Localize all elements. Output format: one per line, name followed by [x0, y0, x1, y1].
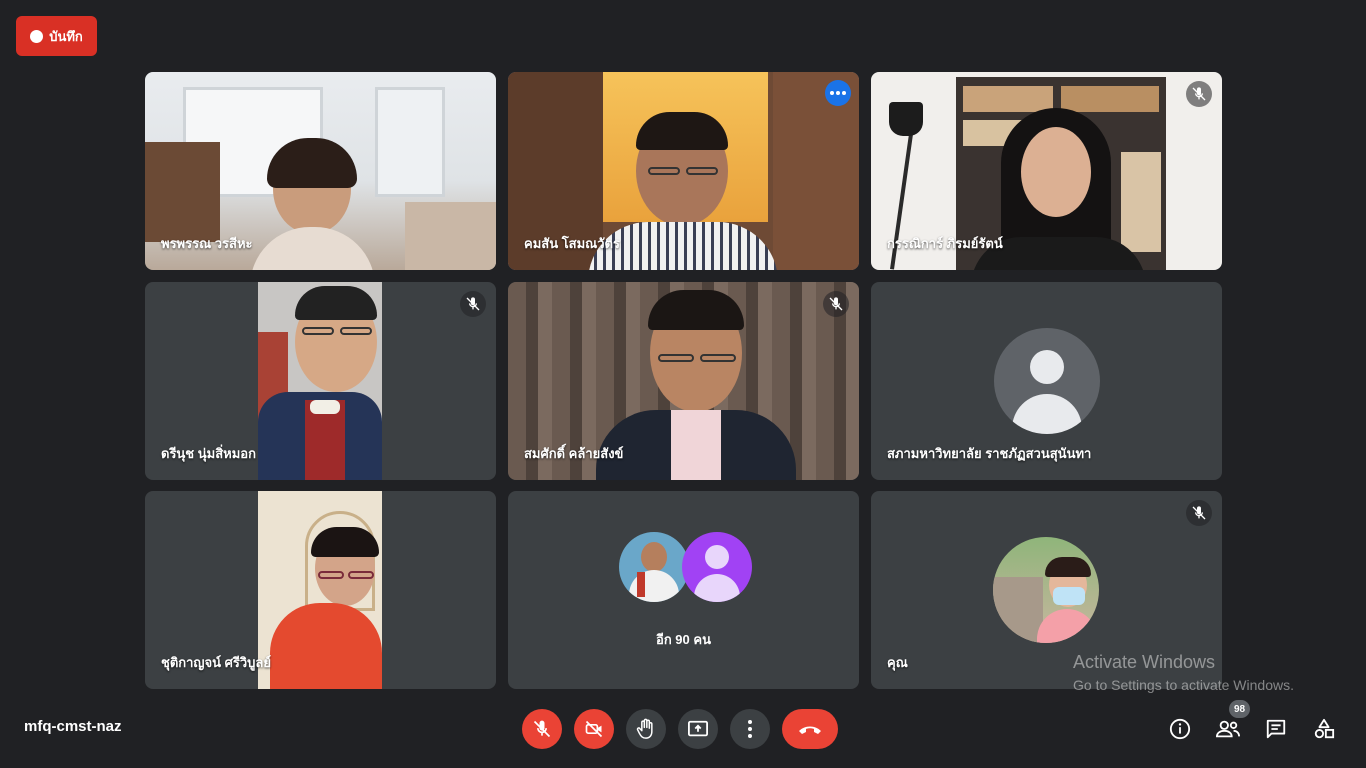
present-screen-button[interactable] [678, 709, 718, 749]
mic-off-icon [533, 720, 551, 738]
toggle-mic-button[interactable] [522, 709, 562, 749]
participant-tile[interactable]: พรพรรณ วรสีหะ [145, 72, 496, 270]
mic-off-indicator [1186, 81, 1212, 107]
participant-tile[interactable]: ชุติกาญจน์ ศรีวิบูลย์ [145, 491, 496, 689]
participant-name: คุณ [887, 655, 908, 670]
raise-hand-icon [636, 718, 653, 739]
participant-name: กรรณิการ์ ภิรมย์รัตน์ [887, 236, 1003, 251]
activation-watermark-hint: Go to Settings to activate Windows. [1073, 677, 1294, 693]
participant-avatar [682, 532, 752, 602]
self-avatar [993, 537, 1099, 643]
participant-tile[interactable]: สภามหาวิทยาลัย ราชภัฏสวนสุนันทา [871, 282, 1222, 480]
mic-off-icon [1192, 87, 1206, 101]
more-participants-count: อีก 90 คน [656, 632, 711, 647]
participant-avatar [619, 532, 689, 602]
participant-name: คมสัน โสมณวัตร [524, 236, 620, 251]
mic-off-indicator [1186, 500, 1212, 526]
people-button[interactable] [1213, 714, 1243, 744]
end-call-button[interactable] [782, 709, 838, 749]
mic-off-icon [829, 297, 843, 311]
participant-tile[interactable]: ดรีนุช นุ่มสิ่หมอก [145, 282, 496, 480]
end-call-icon [799, 726, 821, 734]
participant-name: พรพรรณ วรสีหะ [161, 236, 253, 251]
info-icon [1169, 718, 1191, 740]
recording-badge[interactable]: บันทึก [16, 16, 97, 56]
camera-off-icon [585, 720, 603, 738]
more-vert-icon [748, 720, 752, 738]
mic-off-indicator [823, 291, 849, 317]
activities-icon [1314, 718, 1335, 739]
toggle-camera-button[interactable] [574, 709, 614, 749]
meeting-info-button[interactable] [1165, 714, 1195, 744]
activities-button[interactable] [1309, 714, 1339, 744]
participant-tile[interactable]: สมศักดิ์ คล้ายสังข์ [508, 282, 859, 480]
people-icon [1216, 720, 1240, 738]
record-dot-icon [30, 29, 44, 43]
chat-icon [1266, 719, 1286, 739]
recording-label: บันทึก [49, 28, 83, 44]
more-options-button[interactable] [730, 709, 770, 749]
participant-name: สมศักดิ์ คล้ายสังข์ [524, 446, 624, 461]
meeting-code: mfq-cmst-naz [24, 718, 122, 735]
participant-name: ดรีนุช นุ่มสิ่หมอก [161, 446, 256, 461]
participant-name: ชุติกาญจน์ ศรีวิบูลย์ [161, 655, 271, 670]
participant-name: สภามหาวิทยาลัย ราชภัฏสวนสุนันทา [887, 446, 1092, 461]
participant-tile[interactable]: กรรณิการ์ ภิรมย์รัตน์ [871, 72, 1222, 270]
mic-off-icon [1192, 506, 1206, 520]
present-screen-icon [688, 720, 708, 737]
participant-count-badge: 98 [1229, 700, 1250, 718]
mic-off-icon [466, 297, 480, 311]
participant-tile-active[interactable]: คมสัน โสมณวัตร [508, 72, 859, 270]
raise-hand-button[interactable] [626, 709, 666, 749]
chat-button[interactable] [1261, 714, 1291, 744]
more-options-button[interactable] [825, 80, 851, 106]
activation-watermark-title: Activate Windows [1073, 652, 1216, 672]
mic-off-indicator [460, 291, 486, 317]
more-participants-tile[interactable]: อีก 90 คน [508, 491, 859, 689]
more-horiz-icon [830, 91, 846, 95]
default-avatar-icon [993, 328, 1100, 434]
